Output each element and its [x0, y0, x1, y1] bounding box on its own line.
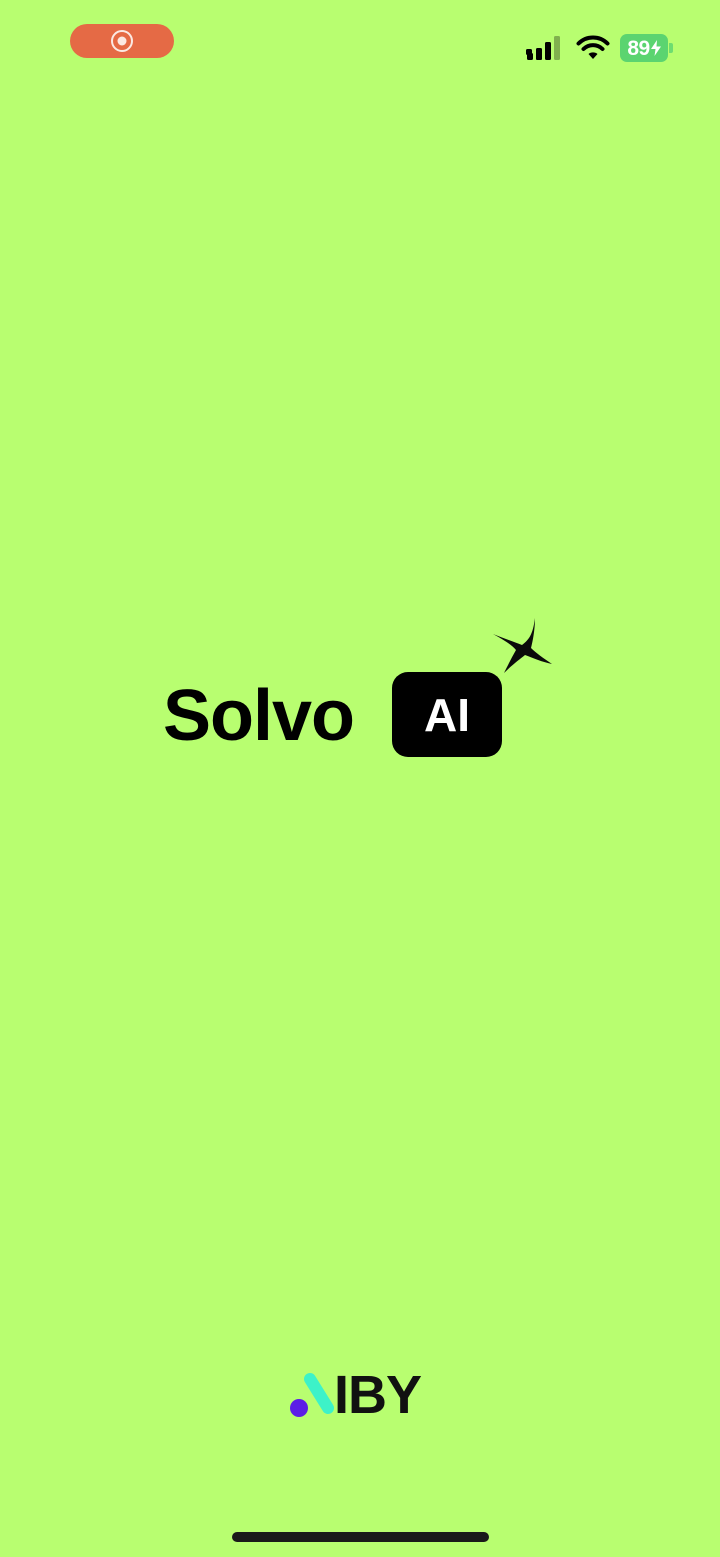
wifi-icon — [576, 35, 610, 59]
publisher-logo: IBY — [288, 1365, 438, 1425]
battery-charging-icon: 89 — [620, 34, 668, 62]
ai-badge-label: AI — [424, 688, 470, 741]
battery-indicator: 89 — [620, 34, 674, 62]
home-indicator[interactable] — [232, 1532, 489, 1542]
sparkle-icon — [493, 618, 552, 673]
screen-recording-indicator[interactable] — [70, 24, 174, 58]
battery-cap — [669, 43, 673, 53]
screen-recording-icon — [111, 30, 133, 52]
ai-badge: AI — [392, 672, 502, 757]
battery-level: 89 — [627, 36, 650, 60]
app-name-wordmark: Solvo — [163, 676, 355, 756]
status-bar: 89 — [0, 0, 720, 90]
publisher-mark-icon — [290, 1373, 334, 1417]
cellular-signal-icon — [526, 36, 560, 60]
charging-bolt-icon — [650, 40, 661, 56]
publisher-name: IBY — [334, 1365, 422, 1425]
